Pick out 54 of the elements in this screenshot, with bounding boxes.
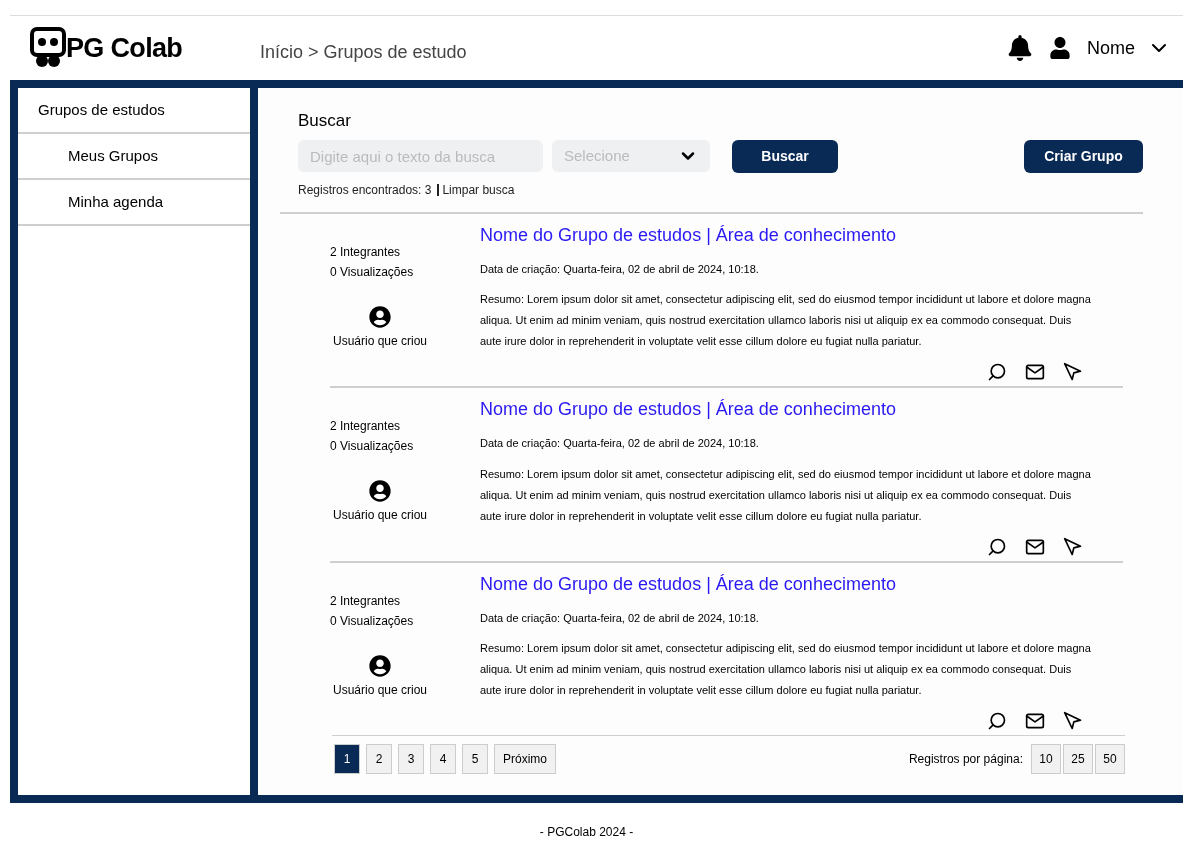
page-button[interactable]: 3 xyxy=(398,744,424,774)
breadcrumb: Início > Grupos de estudo xyxy=(260,40,467,64)
page-button[interactable]: 2 xyxy=(366,744,392,774)
search-icon[interactable] xyxy=(987,362,1007,382)
creator-name: Usuário que criou xyxy=(332,332,428,350)
creation-date: Data de criação: Quarta-feira, 02 de abril de 2024, 10:18. xyxy=(480,436,760,451)
results-count: Registros encontrados: 3 xyxy=(298,181,432,199)
user-icon[interactable] xyxy=(1049,37,1071,59)
group-title-link[interactable]: Nome do Grupo de estudos | Área de conhecimento xyxy=(480,399,896,419)
creator-name: Usuário que criou xyxy=(332,507,428,524)
sidebar-item[interactable]: Meus Grupos xyxy=(18,134,250,180)
views-count: 0 Visualizações xyxy=(330,438,415,455)
page-button[interactable]: 4 xyxy=(430,744,456,774)
group-summary: Resumo: Lorem ipsum dolor sit amet, consectetur adipiscing elit, sed do eiusmod tempor incididunt ut labore et dolore magna aliqua. Ut enim ad minim veniam, quis nostrud exercitation ullamco laboris nisi ut aliquip ex ea commodo consequat. Duis aute irure dolor in reprehenderit in voluptate velit esse cillum dolore eu fugiat nulla pariatur. xyxy=(480,466,1092,524)
mail-icon[interactable] xyxy=(1025,362,1045,382)
sidebar-item[interactable]: Grupos de estudos xyxy=(18,88,250,134)
per-page-option[interactable]: 25 xyxy=(1063,744,1093,774)
logo-robot-icon xyxy=(30,27,66,69)
views-count: 0 Visualizações xyxy=(330,612,415,630)
per-page-option[interactable]: 50 xyxy=(1095,744,1125,774)
members-count: 2 Integrantes xyxy=(330,418,402,435)
group-summary: Resumo: Lorem ipsum dolor sit amet, consectetur adipiscing elit, sed do eiusmod tempor incididunt ut labore et dolore magna aliqua. Ut enim ad minim veniam, quis nostrud exercitation ullamco laboris nisi ut aliquip ex ea commodo consequat. Duis aute irure dolor in reprehenderit in voluptate velit esse cillum dolore eu fugiat nulla pariatur. xyxy=(480,292,1092,349)
next-page-button[interactable]: Próximo xyxy=(494,744,556,774)
notification-bell-icon[interactable] xyxy=(1007,35,1033,61)
search-icon[interactable] xyxy=(987,711,1007,731)
user-avatar-icon xyxy=(369,654,391,677)
user-avatar-icon xyxy=(369,480,391,502)
search-title: Buscar xyxy=(298,110,352,132)
send-icon[interactable] xyxy=(1063,362,1083,382)
per-page-option[interactable]: 10 xyxy=(1031,744,1061,774)
app-logo-text: PG Colab xyxy=(66,31,183,65)
send-icon[interactable] xyxy=(1063,711,1083,731)
send-icon[interactable] xyxy=(1063,536,1083,557)
mail-icon[interactable] xyxy=(1025,711,1045,731)
clear-search-link[interactable]: Limpar busca xyxy=(437,183,515,196)
creation-date: Data de criação: Quarta-feira, 02 de abril de 2024, 10:18. xyxy=(480,610,760,626)
user-avatar-icon xyxy=(369,305,391,328)
views-count: 0 Visualizações xyxy=(330,263,415,281)
group-title-link[interactable]: Nome do Grupo de estudos | Área de conhecimento xyxy=(480,224,896,245)
page-button[interactable]: 5 xyxy=(462,744,488,774)
footer-text: - PGColab 2024 - xyxy=(539,824,634,841)
search-icon[interactable] xyxy=(987,536,1007,557)
creator-name: Usuário que criou xyxy=(332,681,428,699)
members-count: 2 Integrantes xyxy=(330,592,402,610)
search-button[interactable]: Buscar xyxy=(732,139,838,173)
page-button[interactable]: 1 xyxy=(334,744,360,774)
create-group-button[interactable]: Criar Grupo xyxy=(1024,139,1143,173)
creation-date: Data de criação: Quarta-feira, 02 de abril de 2024, 10:18. xyxy=(480,261,760,277)
user-menu-button[interactable]: Nome xyxy=(1087,34,1171,62)
members-count: 2 Integrantes xyxy=(330,243,402,261)
group-summary: Resumo: Lorem ipsum dolor sit amet, consectetur adipiscing elit, sed do eiusmod tempor incididunt ut labore et dolore magna aliqua. Ut enim ad minim veniam, quis nostrud exercitation ullamco laboris nisi ut aliquip ex ea commodo consequat. Duis aute irure dolor in reprehenderit in voluptate velit esse cillum dolore eu fugiat nulla pariatur. xyxy=(480,641,1092,698)
group-title-link[interactable]: Nome do Grupo de estudos | Área de conhecimento xyxy=(480,573,896,594)
per-page-label: Registros por página: xyxy=(908,751,1023,768)
sidebar-item[interactable]: Minha agenda xyxy=(18,180,250,226)
